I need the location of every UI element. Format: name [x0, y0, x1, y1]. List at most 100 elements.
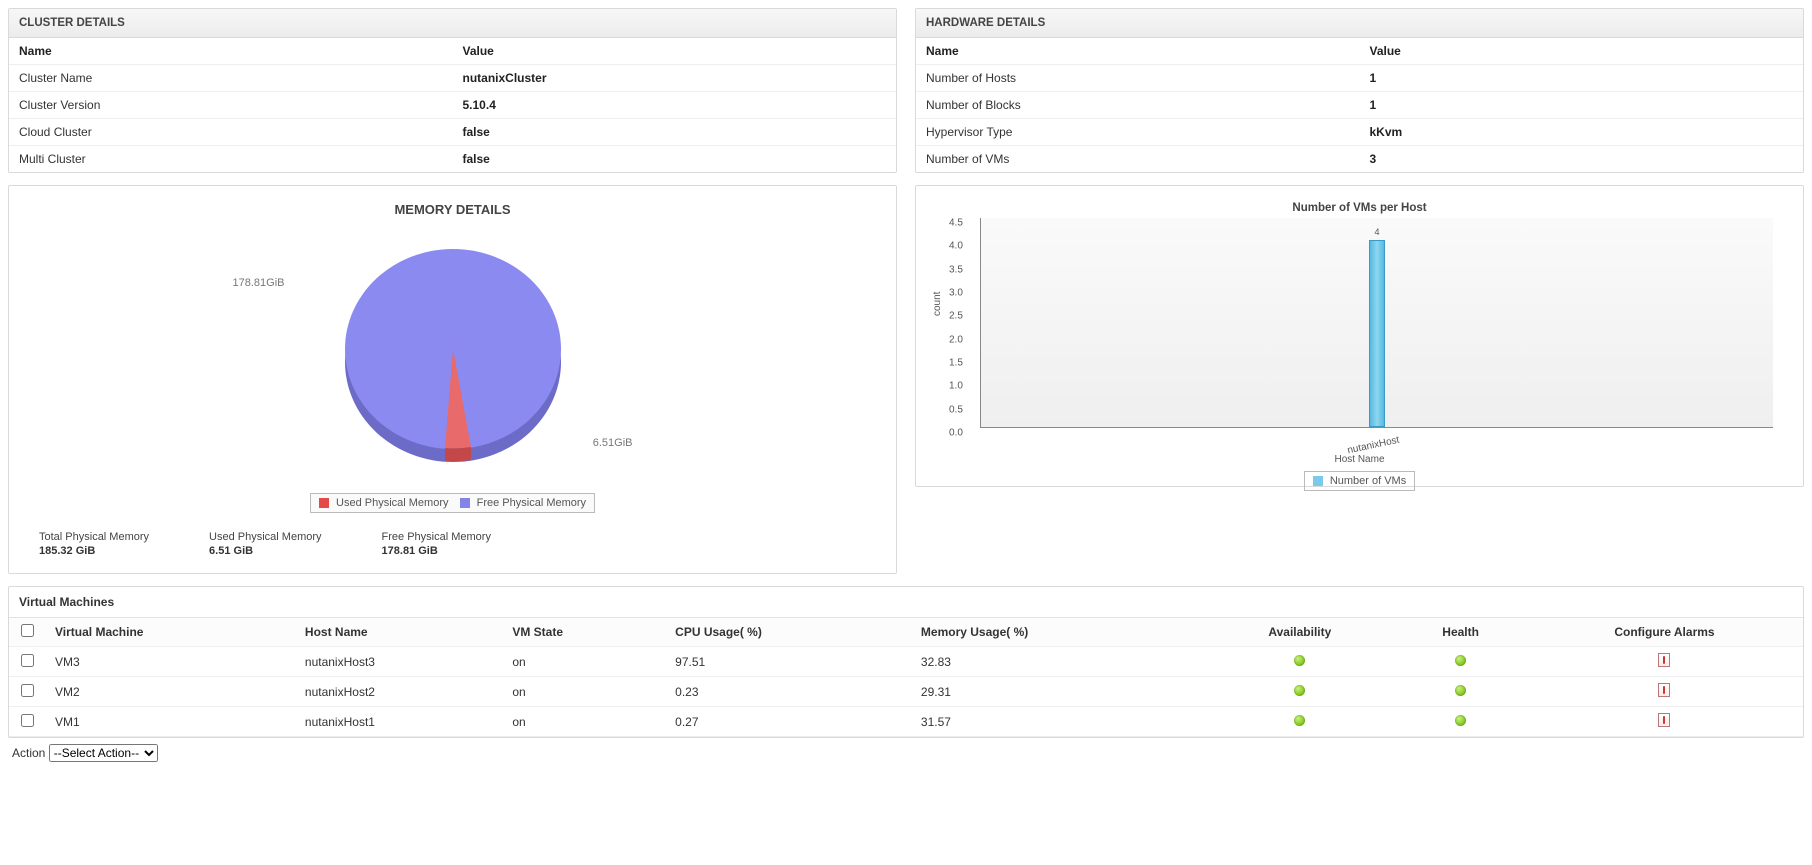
y-tick: 2.5 [949, 311, 963, 322]
cell-mem: 32.83 [911, 647, 1204, 677]
cell-host: nutanixHost1 [295, 707, 502, 737]
availability-dot-icon [1294, 715, 1305, 726]
row-checkbox[interactable] [21, 714, 34, 727]
bar-chart: 0.00.51.01.52.02.53.03.54.04.54nutanixHo… [980, 218, 1773, 428]
stat-used-value: 6.51 GiB [209, 545, 321, 557]
hardware-details-title: HARDWARE DETAILS [916, 9, 1803, 38]
table-row: Cluster NamenutanixCluster [9, 65, 896, 92]
availability-dot-icon [1294, 685, 1305, 696]
cell-vm: VM2 [45, 677, 295, 707]
col-cpu: CPU Usage( %) [665, 618, 911, 647]
cell-vm: VM3 [45, 647, 295, 677]
col-alarms: Configure Alarms [1526, 618, 1803, 647]
kv-value: 1 [1360, 92, 1804, 119]
kv-name: Number of Hosts [916, 65, 1360, 92]
bar-legend-label: Number of VMs [1330, 475, 1406, 487]
kv-value: false [453, 119, 897, 146]
availability-dot-icon [1294, 655, 1305, 666]
col-name: Name [916, 38, 1360, 65]
table-row: Cluster Version5.10.4 [9, 92, 896, 119]
col-avail: Availability [1204, 618, 1395, 647]
pie-free-label: 178.81GiB [233, 277, 285, 289]
hardware-details-table: Name Value Number of Hosts1Number of Blo… [916, 38, 1803, 172]
cluster-details-table: Name Value Cluster NamenutanixClusterClu… [9, 38, 896, 172]
cell-cpu: 97.51 [665, 647, 911, 677]
cell-cpu: 0.27 [665, 707, 911, 737]
cell-vm: VM1 [45, 707, 295, 737]
col-value: Value [453, 38, 897, 65]
kv-name: Cluster Version [9, 92, 453, 119]
row-checkbox[interactable] [21, 654, 34, 667]
cell-mem: 31.57 [911, 707, 1204, 737]
cell-state: on [502, 707, 665, 737]
cell-host: nutanixHost2 [295, 677, 502, 707]
stat-total-value: 185.32 GiB [39, 545, 149, 557]
table-row: Cloud Clusterfalse [9, 119, 896, 146]
cell-cpu: 0.23 [665, 677, 911, 707]
configure-alarm-icon[interactable] [1658, 683, 1670, 697]
bar-ylabel: count [932, 292, 943, 316]
y-tick: 0.0 [949, 428, 963, 439]
table-row: Number of VMs3 [916, 146, 1803, 173]
y-tick: 4.0 [949, 241, 963, 252]
col-host: Host Name [295, 618, 502, 647]
y-tick: 1.0 [949, 381, 963, 392]
y-tick: 1.5 [949, 358, 963, 369]
table-row: VM3nutanixHost3on97.5132.83 [9, 647, 1803, 677]
col-mem: Memory Usage( %) [911, 618, 1204, 647]
bar-legend: Number of VMs [936, 471, 1783, 491]
cluster-details-title: CLUSTER DETAILS [9, 9, 896, 38]
swatch-used-icon [319, 498, 329, 508]
kv-value: 5.10.4 [453, 92, 897, 119]
health-dot-icon [1455, 655, 1466, 666]
cluster-details-panel: CLUSTER DETAILS Name Value Cluster Namen… [8, 8, 897, 173]
y-tick: 3.5 [949, 264, 963, 275]
memory-pie-chart: 178.81GiB 6.51GiB [193, 227, 713, 487]
action-row: Action --Select Action-- [8, 738, 1804, 768]
vms-per-host-panel: Number of VMs per Host count 0.00.51.01.… [915, 185, 1804, 487]
configure-alarm-icon[interactable] [1658, 653, 1670, 667]
kv-value: 1 [1360, 65, 1804, 92]
health-dot-icon [1455, 685, 1466, 696]
kv-value: false [453, 146, 897, 173]
kv-value: kKvm [1360, 119, 1804, 146]
vm-table: Virtual Machine Host Name VM State CPU U… [9, 618, 1803, 737]
bar: 4 [1369, 240, 1385, 427]
col-health: Health [1395, 618, 1526, 647]
memory-stats: Total Physical Memory185.32 GiB Used Phy… [19, 513, 886, 563]
table-row: VM1nutanixHost1on0.2731.57 [9, 707, 1803, 737]
cell-state: on [502, 647, 665, 677]
col-state: VM State [502, 618, 665, 647]
legend-used: Used Physical Memory [336, 497, 448, 509]
kv-name: Cluster Name [9, 65, 453, 92]
stat-used-label: Used Physical Memory [209, 531, 321, 543]
row-checkbox[interactable] [21, 684, 34, 697]
select-all-checkbox[interactable] [21, 624, 34, 637]
table-row: Number of Hosts1 [916, 65, 1803, 92]
legend-free: Free Physical Memory [477, 497, 586, 509]
table-row: VM2nutanixHost2on0.2329.31 [9, 677, 1803, 707]
vm-panel-title: Virtual Machines [9, 587, 1803, 618]
kv-name: Multi Cluster [9, 146, 453, 173]
y-tick: 3.0 [949, 288, 963, 299]
kv-value: nutanixCluster [453, 65, 897, 92]
kv-name: Cloud Cluster [9, 119, 453, 146]
health-dot-icon [1455, 715, 1466, 726]
y-tick: 2.0 [949, 334, 963, 345]
kv-name: Number of Blocks [916, 92, 1360, 119]
hardware-details-panel: HARDWARE DETAILS Name Value Number of Ho… [915, 8, 1804, 173]
kv-value: 3 [1360, 146, 1804, 173]
table-row: Multi Clusterfalse [9, 146, 896, 173]
memory-chart-panel: MEMORY DETAILS 178.81GiB 6.51GiB Used [8, 185, 897, 574]
configure-alarm-icon[interactable] [1658, 713, 1670, 727]
kv-name: Number of VMs [916, 146, 1360, 173]
bar-value: 4 [1374, 227, 1379, 237]
memory-chart-title: MEMORY DETAILS [19, 202, 886, 217]
vm-panel: Virtual Machines Virtual Machine Host Na… [8, 586, 1804, 738]
y-tick: 4.5 [949, 218, 963, 229]
table-row: Hypervisor TypekKvm [916, 119, 1803, 146]
pie-used-label: 6.51GiB [593, 437, 633, 449]
action-select[interactable]: --Select Action-- [49, 744, 158, 762]
swatch-vms-icon [1313, 476, 1323, 486]
memory-legend: Used Physical Memory Free Physical Memor… [19, 493, 886, 513]
